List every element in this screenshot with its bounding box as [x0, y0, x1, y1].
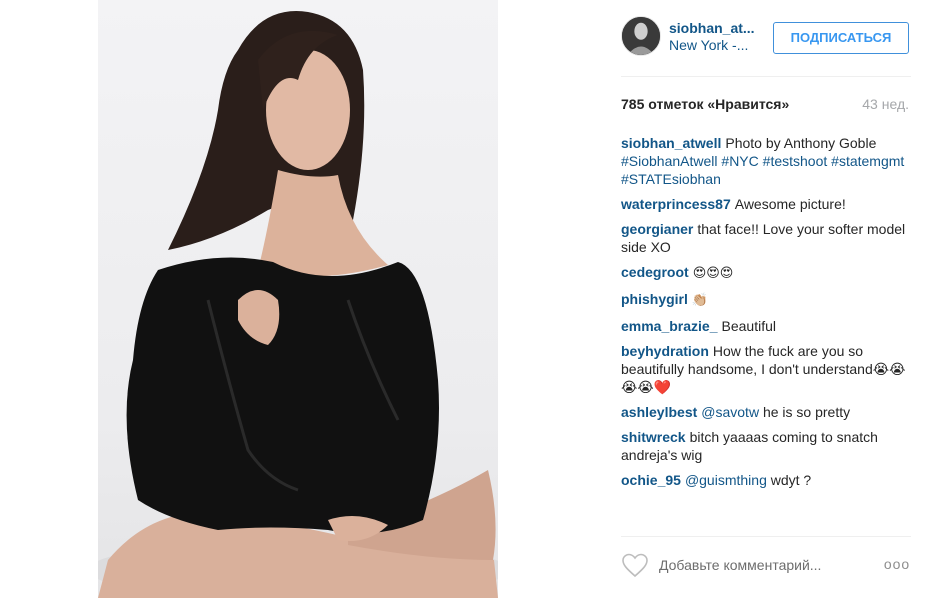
- comment-author[interactable]: ochie_95: [621, 472, 681, 488]
- post-details-panel: siobhan_at... New York -... ПОДПИСАТЬСЯ …: [621, 0, 911, 598]
- comment-author[interactable]: georgianer: [621, 221, 693, 237]
- username-link[interactable]: siobhan_at...: [669, 20, 765, 36]
- comment-item: shitwreck bitch yaaaas coming to snatch a…: [621, 428, 911, 464]
- location-link[interactable]: New York -...: [669, 37, 765, 53]
- comment-author[interactable]: waterprincess87: [621, 196, 731, 212]
- comment-author[interactable]: emma_brazie_: [621, 318, 718, 334]
- comment-footer: ooo: [621, 548, 911, 582]
- comment-author[interactable]: beyhydration: [621, 343, 709, 359]
- post-photo[interactable]: [98, 0, 498, 598]
- comment-mention[interactable]: @savotw: [701, 404, 759, 420]
- post-header: siobhan_at... New York -... ПОДПИСАТЬСЯ: [621, 16, 911, 60]
- comment-text: Beautiful: [721, 318, 776, 334]
- comment-text: he is so pretty: [762, 404, 851, 420]
- comment-author[interactable]: ashleylbest: [621, 404, 697, 420]
- heart-outline-icon[interactable]: [621, 552, 649, 578]
- post-photo-image: [98, 11, 498, 598]
- comment-item: siobhan_atwell Photo by Anthony Goble #Si…: [621, 134, 911, 188]
- comment-author[interactable]: siobhan_atwell: [621, 135, 721, 151]
- comment-text: wdyt ?: [770, 472, 812, 488]
- comment-author[interactable]: shitwreck: [621, 429, 686, 445]
- comment-text: 👏🏼: [691, 293, 709, 308]
- likes-row: 785 отметок «Нравится» 43 нед.: [621, 96, 911, 116]
- post-timestamp[interactable]: 43 нед.: [862, 96, 909, 112]
- avatar[interactable]: [621, 16, 661, 56]
- comment-text: Awesome picture!: [734, 196, 846, 212]
- comment-item: waterprincess87 Awesome picture!: [621, 195, 911, 213]
- header-divider: [621, 76, 911, 77]
- comment-item: phishygirl 👏🏼: [621, 290, 911, 310]
- comment-author[interactable]: phishygirl: [621, 291, 688, 307]
- comment-item: ochie_95 @guismthing wdyt ?: [621, 471, 911, 489]
- likes-count[interactable]: 785 отметок «Нравится»: [621, 96, 789, 112]
- comment-input[interactable]: [659, 554, 869, 576]
- comment-item: ashleylbest @savotw he is so pretty: [621, 403, 911, 421]
- comment-item: emma_brazie_ Beautiful: [621, 317, 911, 335]
- follow-button[interactable]: ПОДПИСАТЬСЯ: [773, 22, 909, 54]
- ellipsis-icon[interactable]: ooo: [883, 556, 911, 572]
- avatar-image: [622, 17, 660, 55]
- comment-mention[interactable]: @guismthing: [685, 472, 767, 488]
- footer-divider: [621, 536, 911, 537]
- comment-text: 😍😍😍: [692, 266, 734, 281]
- comments-list: siobhan_atwell Photo by Anthony Goble #Si…: [621, 134, 911, 496]
- comment-item: cedegroot 😍😍😍: [621, 263, 911, 283]
- comment-author[interactable]: cedegroot: [621, 264, 689, 280]
- comment-item: georgianer that face!! Love your softer m…: [621, 220, 911, 256]
- comment-item: beyhydration How the fuck are you so beau…: [621, 342, 911, 396]
